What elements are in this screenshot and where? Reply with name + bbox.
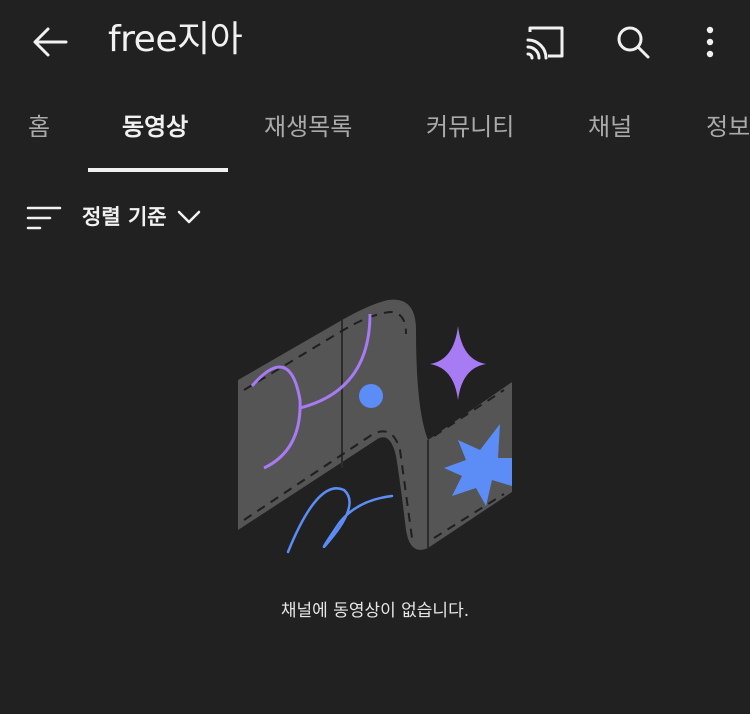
search-button[interactable] — [610, 20, 656, 64]
tab-videos[interactable]: 동영상 — [122, 86, 188, 170]
chevron-down-icon — [177, 210, 201, 224]
search-icon — [617, 26, 650, 59]
cast-icon — [526, 26, 564, 60]
tab-about[interactable]: 정보 — [706, 86, 750, 170]
sort-label: 정렬 기준 — [82, 205, 167, 229]
active-tab-indicator — [88, 168, 228, 172]
empty-channel-illustration — [238, 299, 512, 554]
cast-button[interactable] — [522, 20, 568, 64]
channel-tabs: 홈 동영상 재생목록 커뮤니티 채널 정보 — [0, 86, 750, 174]
channel-title: free지아 — [108, 19, 243, 60]
more-vertical-icon — [706, 26, 714, 58]
more-options-button[interactable] — [690, 20, 730, 64]
tab-playlists[interactable]: 재생목록 — [264, 86, 352, 170]
top-app-bar: free지아 — [0, 0, 750, 84]
tab-channels[interactable]: 채널 — [588, 86, 632, 170]
empty-state-message: 채널에 동영상이 없습니다. — [280, 601, 470, 621]
arrow-left-icon — [33, 27, 68, 57]
tab-home[interactable]: 홈 — [28, 86, 50, 170]
sort-icon — [26, 206, 62, 230]
back-button[interactable] — [26, 18, 74, 66]
tab-community[interactable]: 커뮤니티 — [426, 86, 514, 170]
